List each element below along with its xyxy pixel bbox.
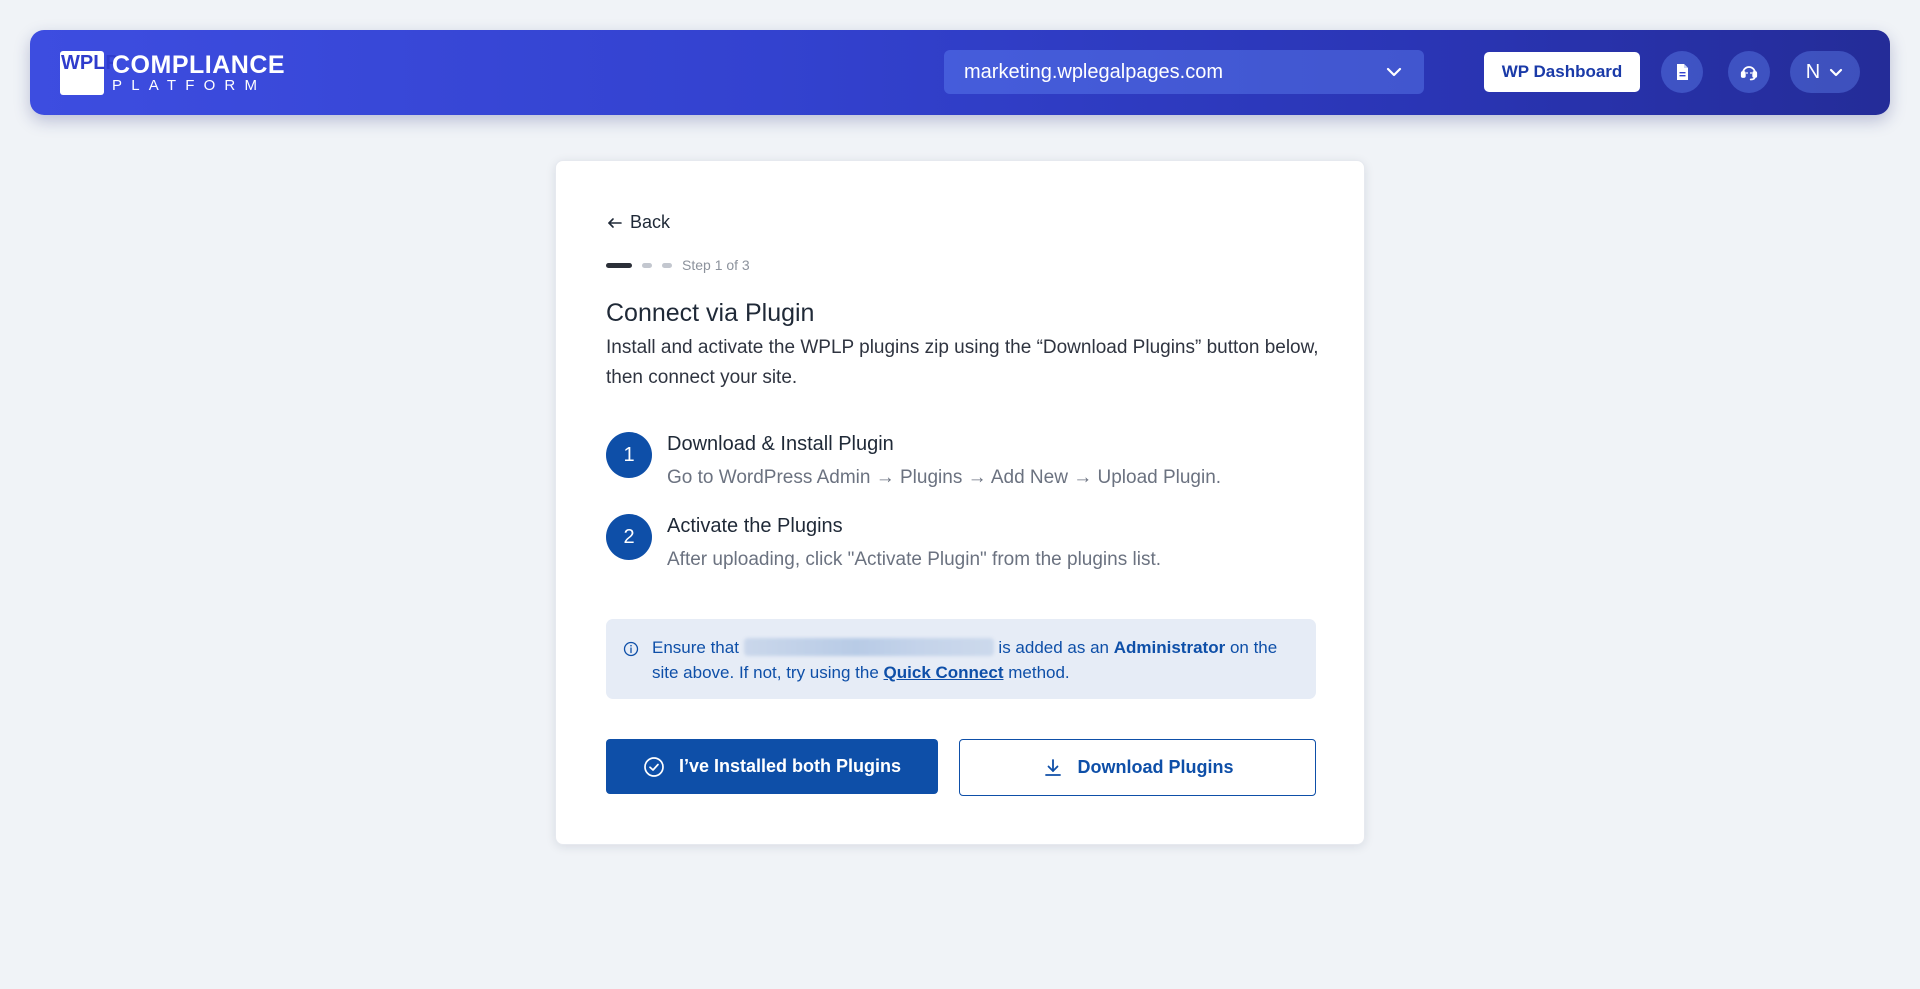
- card-title: Connect via Plugin: [606, 299, 815, 327]
- logo[interactable]: WP LP COMPLIANCE PLATFORM: [60, 51, 285, 95]
- chevron-down-icon: [1830, 68, 1843, 77]
- logo-mark: WP LP: [60, 51, 119, 95]
- site-select[interactable]: marketing.wplegalpages.com: [944, 50, 1424, 94]
- wp-dashboard-button[interactable]: WP Dashboard: [1484, 52, 1640, 92]
- documentation-button[interactable]: [1661, 51, 1703, 93]
- check-circle-icon: [644, 756, 664, 777]
- connect-card: Back Step 1 of 3 Connect via Plugin Inst…: [555, 160, 1365, 845]
- download-plugins-button[interactable]: Download Plugins: [959, 739, 1316, 796]
- document-icon: [1677, 64, 1688, 80]
- site-select-value: marketing.wplegalpages.com: [964, 60, 1224, 83]
- step-dash-2: [642, 262, 652, 268]
- arrow-left-icon: [608, 217, 622, 228]
- step-dash-3: [662, 262, 672, 268]
- step-dash-1: [606, 262, 632, 268]
- instruction-step-1: 1 Download & Install Plugin Go to WordPr…: [606, 432, 1221, 489]
- info-icon: [623, 641, 639, 657]
- step-subtitle: Go to WordPress Admin → Plugins → Add Ne…: [667, 467, 1222, 488]
- top-header: WP LP COMPLIANCE PLATFORM marketing.wple…: [30, 30, 1890, 115]
- redacted-email: [743, 638, 994, 656]
- step-number-badge: 1: [606, 432, 652, 478]
- chevron-down-icon: [1386, 67, 1402, 77]
- user-menu-button[interactable]: N: [1790, 51, 1860, 93]
- back-link[interactable]: Back: [606, 212, 670, 233]
- instruction-step-2: 2 Activate the Plugins After uploading, …: [606, 514, 1161, 571]
- step-indicator-text: Step 1 of 3: [682, 257, 750, 273]
- support-button[interactable]: [1728, 51, 1770, 93]
- logo-line2: PLATFORM: [112, 76, 267, 94]
- back-label: Back: [630, 212, 671, 232]
- card-description: Install and activate the WPLP plugins zi…: [606, 337, 1319, 388]
- admin-notice: Ensure that is added as an Administrator…: [606, 619, 1316, 699]
- quick-connect-link[interactable]: Quick Connect: [884, 663, 1004, 682]
- step-title: Download & Install Plugin: [667, 433, 894, 455]
- support-icon: [1740, 66, 1758, 81]
- logo-line1: COMPLIANCE: [112, 50, 286, 79]
- step-number-badge: 2: [606, 514, 652, 560]
- step-progress: Step 1 of 3: [606, 257, 750, 273]
- installed-plugins-button[interactable]: I’ve Installed both Plugins: [606, 739, 938, 794]
- logo-text: COMPLIANCE PLATFORM: [112, 50, 286, 94]
- step-subtitle: After uploading, click "Activate Plugin"…: [667, 549, 1161, 570]
- administrator-role: Administrator: [1113, 638, 1226, 657]
- download-icon: [1044, 758, 1061, 776]
- user-initial: N: [1805, 60, 1821, 83]
- step-title: Activate the Plugins: [667, 515, 843, 537]
